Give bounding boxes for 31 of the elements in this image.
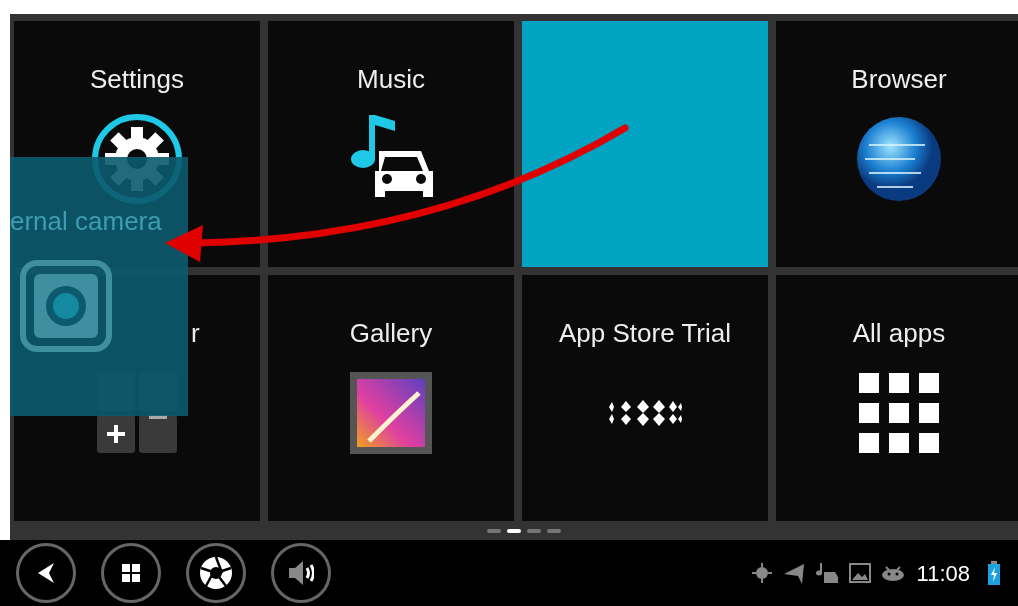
- speaker-button[interactable]: [271, 543, 331, 603]
- app-label: r: [191, 317, 200, 349]
- app-tile[interactable]: Gallery: [268, 275, 514, 521]
- app-grid-icon: [859, 373, 939, 453]
- android-icon: [880, 565, 905, 581]
- diamond-pattern-icon: [607, 398, 683, 428]
- back-button[interactable]: [16, 543, 76, 603]
- aperture-button[interactable]: [186, 543, 246, 603]
- app-label: App Store Trial: [559, 317, 731, 349]
- location-target-icon: [750, 562, 773, 584]
- battery-charging-icon: [988, 561, 1000, 585]
- picture-frame-icon: [349, 371, 433, 455]
- app-tile[interactable]: Browser: [776, 21, 1018, 267]
- grid-button[interactable]: [101, 543, 161, 603]
- image-icon: [848, 563, 871, 583]
- app-tile[interactable]: All apps: [776, 275, 1018, 521]
- app-label: Gallery: [349, 317, 433, 349]
- app-label: Music: [357, 63, 425, 95]
- music-car-icon: [814, 562, 839, 584]
- app-tile[interactable]: Music: [268, 21, 514, 267]
- clock-time: 11:08: [916, 559, 970, 588]
- back-icon: [38, 563, 54, 583]
- aperture-icon: [200, 557, 232, 589]
- navigation-arrow-icon: [782, 562, 805, 584]
- app-label: Browser: [851, 63, 947, 95]
- grid-icon: [122, 564, 140, 582]
- speaker-icon: [288, 560, 314, 586]
- app-tile[interactable]: App Store Trial: [522, 275, 768, 521]
- app-label: All apps: [852, 317, 946, 349]
- app-label: Settings: [90, 63, 184, 95]
- globe-icon: [855, 115, 943, 203]
